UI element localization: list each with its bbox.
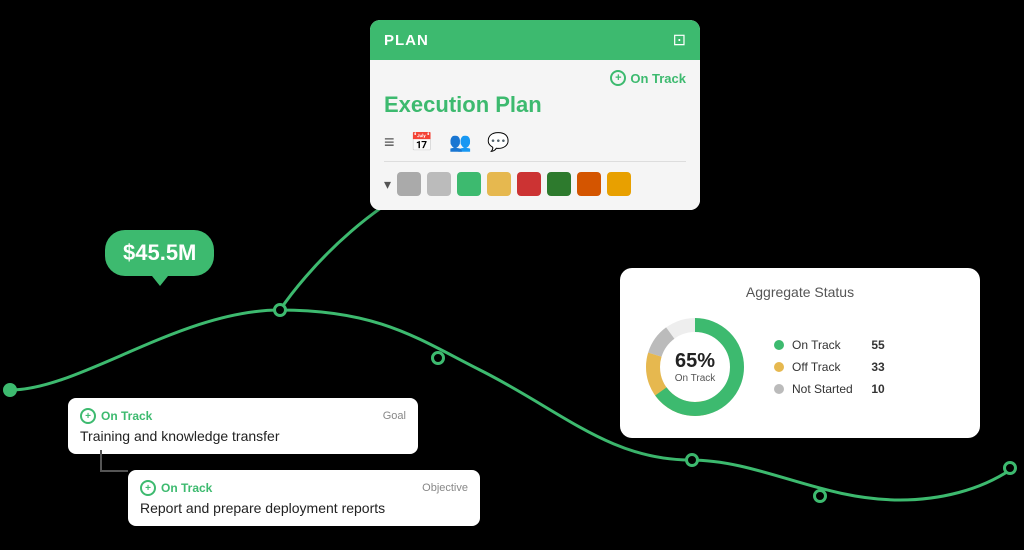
plan-card-header: PLAN ⊡ — [370, 20, 700, 60]
goal-card: + On Track Goal Training and knowledge t… — [68, 398, 418, 454]
execution-title: Execution Plan — [384, 92, 686, 118]
donut-label: On Track — [675, 373, 716, 384]
curve-dot-5 — [813, 489, 827, 503]
objective-status-label: On Track — [161, 481, 212, 495]
chat-icon[interactable]: 💬 — [487, 132, 509, 153]
legend-label-off-track: Off Track — [792, 360, 853, 374]
donut-center: 65% On Track — [675, 350, 716, 384]
legend-count-not-started: 10 — [861, 382, 885, 396]
swatch-yellow[interactable] — [487, 172, 511, 196]
objective-card: + On Track Objective Report and prepare … — [128, 470, 480, 526]
money-value: $45.5M — [123, 240, 196, 265]
goal-status-label: On Track — [101, 409, 152, 423]
legend-count-off-track: 33 — [861, 360, 885, 374]
legend-dot-not-started — [774, 384, 784, 394]
aggregate-body: 65% On Track On Track 55 Off Track 33 No… — [640, 312, 960, 422]
donut-chart: 65% On Track — [640, 312, 750, 422]
edit-icon[interactable]: ⊡ — [673, 30, 686, 50]
aggregate-title: Aggregate Status — [640, 284, 960, 300]
objective-badge-circle: + — [140, 480, 156, 496]
donut-percent: 65% — [675, 350, 716, 373]
aggregate-card: Aggregate Status 65% On Track On — [620, 268, 980, 438]
plan-status-label: On Track — [630, 71, 686, 86]
goal-card-header: + On Track Goal — [80, 408, 406, 424]
swatch-red[interactable] — [517, 172, 541, 196]
dropdown-arrow[interactable]: ▾ — [384, 176, 391, 193]
objective-connector-h — [100, 470, 128, 472]
swatch-dark-green[interactable] — [547, 172, 571, 196]
plan-card: PLAN ⊡ On Track Execution Plan ≡ 📅 👥 💬 ▾ — [370, 20, 700, 210]
goal-badge-circle: + — [80, 408, 96, 424]
objective-on-track-badge: + On Track — [140, 480, 212, 496]
objective-connector-v — [100, 450, 102, 472]
goal-text: Training and knowledge transfer — [80, 428, 406, 444]
legend-item-off-track: Off Track 33 — [774, 360, 885, 374]
plan-toolbar: ≡ 📅 👥 💬 — [384, 132, 686, 162]
curve-dot-4 — [685, 453, 699, 467]
legend-item-on-track: On Track 55 — [774, 338, 885, 352]
list-icon[interactable]: ≡ — [384, 132, 395, 153]
objective-type-label: Objective — [422, 482, 468, 494]
curve-dot-2 — [273, 303, 287, 317]
legend-item-not-started: Not Started 10 — [774, 382, 885, 396]
curve-dot-1 — [3, 383, 17, 397]
money-bubble: $45.5M — [105, 230, 214, 276]
plan-title: PLAN — [384, 32, 429, 49]
legend-dot-on-track — [774, 340, 784, 350]
people-icon[interactable]: 👥 — [449, 132, 471, 153]
goal-type-label: Goal — [383, 410, 406, 422]
objective-text: Report and prepare deployment reports — [140, 500, 468, 516]
legend-label-on-track: On Track — [792, 338, 853, 352]
objective-card-header: + On Track Objective — [140, 480, 468, 496]
legend-dot-off-track — [774, 362, 784, 372]
legend-count-on-track: 55 — [861, 338, 885, 352]
curve-dot-3 — [431, 351, 445, 365]
legend: On Track 55 Off Track 33 Not Started 10 — [774, 338, 885, 396]
swatch-gray2[interactable] — [427, 172, 451, 196]
curve-dot-6 — [1003, 461, 1017, 475]
goal-on-track-badge: + On Track — [80, 408, 152, 424]
swatch-green[interactable] — [457, 172, 481, 196]
on-track-circle — [610, 70, 626, 86]
swatch-amber[interactable] — [607, 172, 631, 196]
calendar-icon[interactable]: 📅 — [411, 132, 433, 153]
color-swatches: ▾ — [384, 172, 686, 196]
plan-card-body: On Track Execution Plan ≡ 📅 👥 💬 ▾ — [370, 60, 700, 210]
swatch-orange[interactable] — [577, 172, 601, 196]
legend-label-not-started: Not Started — [792, 382, 853, 396]
plan-status: On Track — [384, 70, 686, 86]
swatch-gray1[interactable] — [397, 172, 421, 196]
